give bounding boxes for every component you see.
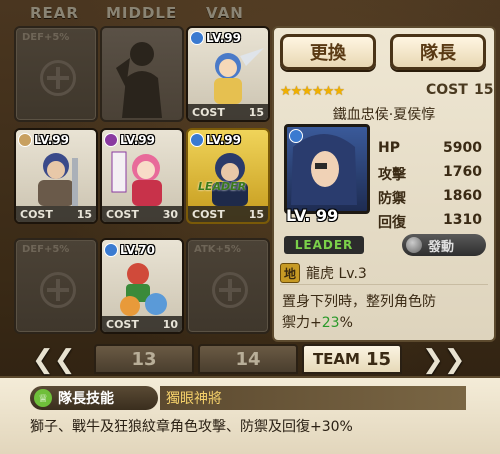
- toggle-knob-icon: [406, 237, 422, 253]
- slot-cost-bar: COST 30: [102, 206, 182, 222]
- slot-cost-bar: COST 15: [16, 206, 96, 222]
- slot-level: LV.99: [206, 31, 241, 45]
- stat-value-recovery: 1310: [443, 212, 482, 228]
- stat-label-hp: HP: [378, 140, 400, 156]
- attribute-icon: [18, 133, 32, 147]
- team-slot-middle-2[interactable]: LV.99 COST 30: [100, 128, 184, 224]
- stat-value-attack: 1760: [443, 164, 482, 180]
- column-header-middle: MIDDLE: [106, 4, 178, 22]
- cost-value: 15: [474, 82, 494, 98]
- attribute-icon: [289, 129, 303, 143]
- slot-level: LV.99: [206, 133, 241, 147]
- character-art-icon: [111, 151, 162, 206]
- leader-skill-description: 獅子、戰牛及狂狼紋章角色攻擊、防禦及回復+30%: [30, 419, 353, 435]
- leader-skill-name: 獨眼神將: [160, 386, 466, 410]
- leader-skill-button[interactable]: ♕ 隊長技能: [30, 386, 158, 410]
- skill-description: 置身下列時，整列角色防 禦力+23%: [282, 294, 436, 331]
- character-art-icon: [214, 48, 264, 104]
- slot-level: LV.70: [120, 243, 155, 257]
- active-skill-row: 地 龍虎 Lv.3: [280, 262, 488, 285]
- slot-level: LV.99: [34, 133, 69, 147]
- team-slot-rear-3[interactable]: DEF+5%: [14, 238, 98, 334]
- slot-level: LV.99: [120, 133, 155, 147]
- slot-boost-label: ATK+5%: [194, 244, 241, 255]
- stat-label-recovery: 回復: [378, 215, 406, 231]
- previous-team-arrow-icon[interactable]: ❮❮: [32, 346, 76, 374]
- character-art-icon: [212, 153, 248, 206]
- character-detail-panel: 更換 隊長 ★★★★★★ COST 15 鐵血忠侯·夏侯惇 LV. 99 HP …: [272, 26, 496, 342]
- character-art-icon: [38, 153, 78, 206]
- next-team-arrow-icon[interactable]: ❯❯: [422, 346, 466, 374]
- slot-cost-bar: COST 10: [102, 316, 182, 332]
- attribute-icon: [190, 133, 204, 147]
- earth-element-icon: 地: [280, 263, 300, 283]
- character-level: LV. 99: [286, 206, 339, 225]
- character-name: 鐵血忠侯·夏侯惇: [332, 107, 436, 123]
- slot-boost-label: DEF+5%: [22, 244, 70, 255]
- captain-button[interactable]: 隊長: [390, 34, 486, 70]
- attribute-icon: [104, 243, 118, 257]
- character-portrait: [284, 124, 370, 214]
- stat-value-defense: 1860: [443, 188, 482, 204]
- team-slot-middle-1[interactable]: [100, 26, 184, 122]
- leader-badge: LEADER: [284, 236, 364, 254]
- team-slot-rear-1[interactable]: DEF+5%: [14, 26, 98, 122]
- change-button[interactable]: 更換: [280, 34, 376, 70]
- leader-skill-label: 隊長技能: [58, 391, 114, 407]
- column-header-van: VAN: [206, 4, 244, 22]
- team-tab-14[interactable]: 14: [198, 344, 298, 374]
- add-slot-icon: [40, 60, 76, 96]
- add-slot-icon: [212, 272, 248, 308]
- team-slot-rear-2[interactable]: LV.99 COST 15: [14, 128, 98, 224]
- cost-label: COST: [426, 82, 468, 98]
- team-tab-13[interactable]: 13: [94, 344, 194, 374]
- silhouette-icon: [116, 42, 162, 118]
- team-slot-van-1[interactable]: LV.99 COST 15: [186, 26, 270, 122]
- stat-label-defense: 防禦: [378, 191, 406, 207]
- attribute-icon: [190, 31, 204, 45]
- leader-tag: LEADER: [198, 180, 247, 193]
- slot-cost-bar: COST 15: [188, 206, 268, 222]
- activate-label: 發動: [428, 239, 455, 255]
- activate-toggle[interactable]: 發動: [402, 234, 486, 256]
- character-art-icon: [120, 263, 167, 316]
- leader-skill-section: ♕ 隊長技能 獨眼神將 獅子、戰牛及狂狼紋章角色攻擊、防禦及回復+30%: [0, 376, 500, 454]
- team-prefix: TEAM: [312, 350, 360, 368]
- stat-value-hp: 5900: [443, 140, 482, 156]
- team-slot-middle-3[interactable]: LV.70 COST 10: [100, 238, 184, 334]
- team-slot-van-3[interactable]: ATK+5%: [186, 238, 270, 334]
- team-number: 15: [365, 348, 392, 370]
- slot-boost-label: DEF+5%: [22, 32, 70, 43]
- crown-icon: ♕: [34, 389, 52, 407]
- slot-cost-bar: COST 15: [188, 104, 268, 120]
- skill-name: 龍虎 Lv.3: [306, 266, 367, 282]
- rarity-stars: ★★★★★★: [280, 84, 345, 99]
- attribute-icon: [104, 133, 118, 147]
- column-header-rear: REAR: [30, 4, 79, 22]
- stat-label-attack: 攻擊: [378, 167, 406, 183]
- add-slot-icon: [40, 272, 76, 308]
- team-slot-van-2[interactable]: LV.99 LEADER COST 15: [186, 128, 270, 224]
- team-tab-active[interactable]: TEAM 15: [302, 344, 402, 374]
